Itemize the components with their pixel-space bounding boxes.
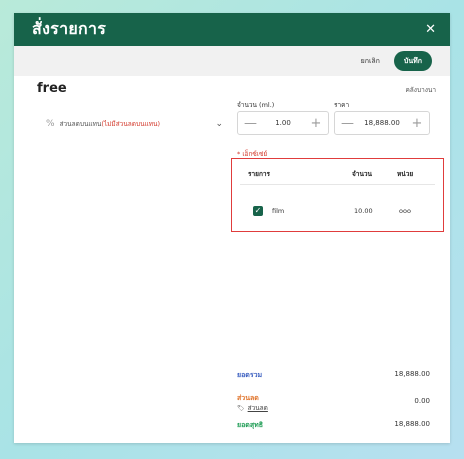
price-plus-button[interactable]: + [411, 116, 423, 131]
addon-checkbox[interactable]: ✓ [253, 206, 263, 216]
price-stepper: — 18,888.00 + [334, 111, 430, 135]
price-label: ราคา [334, 101, 350, 109]
chevron-down-icon: ⌄ [215, 119, 223, 129]
percent-icon: % [46, 119, 55, 129]
net-total-row: ยอดสุทธิ 18,888.00 [237, 420, 430, 431]
quantity-stepper: — 1.00 + [237, 111, 329, 135]
quantity-label: จำนวน (ml.) [237, 101, 275, 109]
tag-icon: 🏷 [237, 404, 245, 412]
addon-table: รายการ จำนวน หน่วย ✓ film 10.00 ooo [231, 158, 444, 232]
price-value[interactable]: 18,888.00 [364, 119, 400, 127]
addon-header-unit: หน่วย [397, 170, 414, 178]
option-text: ส่วนลดบนแทน [59, 120, 102, 128]
addon-item-name: film [272, 207, 285, 215]
quantity-plus-button[interactable]: + [310, 116, 322, 131]
discount-option-select[interactable]: % ส่วนลดบนแทน (ไม่มีส่วนลดบนแทน) ⌄ [38, 113, 231, 135]
modal-header: สั่งรายการ ✕ [14, 13, 450, 46]
close-icon[interactable]: ✕ [425, 23, 436, 36]
net-total-label: ยอดสุทธิ [237, 421, 264, 429]
addon-divider [240, 184, 435, 185]
quantity-value[interactable]: 1.00 [275, 119, 291, 127]
action-toolbar: ยกเลิก บันทึก [14, 46, 450, 76]
addon-item-unit: ooo [399, 207, 411, 215]
order-modal: สั่งรายการ ✕ ยกเลิก บันทึก free คลังบางน… [14, 13, 450, 443]
product-name: free [37, 81, 67, 96]
price-minus-button[interactable]: — [341, 116, 354, 131]
modal-title: สั่งรายการ [32, 19, 107, 38]
addon-header-item: รายการ [248, 170, 271, 178]
discount-value: 0.00 [414, 397, 430, 405]
net-total-value: 18,888.00 [394, 420, 430, 428]
warehouse-label: คลังบางนา [405, 86, 436, 94]
discount-link[interactable]: 🏷 ส่วนลด [237, 403, 268, 413]
save-button[interactable]: บันทึก [393, 51, 432, 71]
addon-header-qty: จำนวน [352, 170, 372, 178]
cancel-button[interactable]: ยกเลิก [357, 56, 384, 67]
total-row: ยอดรวม 18,888.00 [237, 370, 430, 381]
total-label: ยอดรวม [237, 371, 263, 379]
total-value: 18,888.00 [394, 370, 430, 378]
option-note: (ไม่มีส่วนลดบนแทน) [101, 120, 160, 128]
discount-link-text[interactable]: ส่วนลด [248, 403, 268, 413]
quantity-minus-button[interactable]: — [244, 116, 257, 131]
addon-item-qty: 10.00 [354, 207, 373, 215]
